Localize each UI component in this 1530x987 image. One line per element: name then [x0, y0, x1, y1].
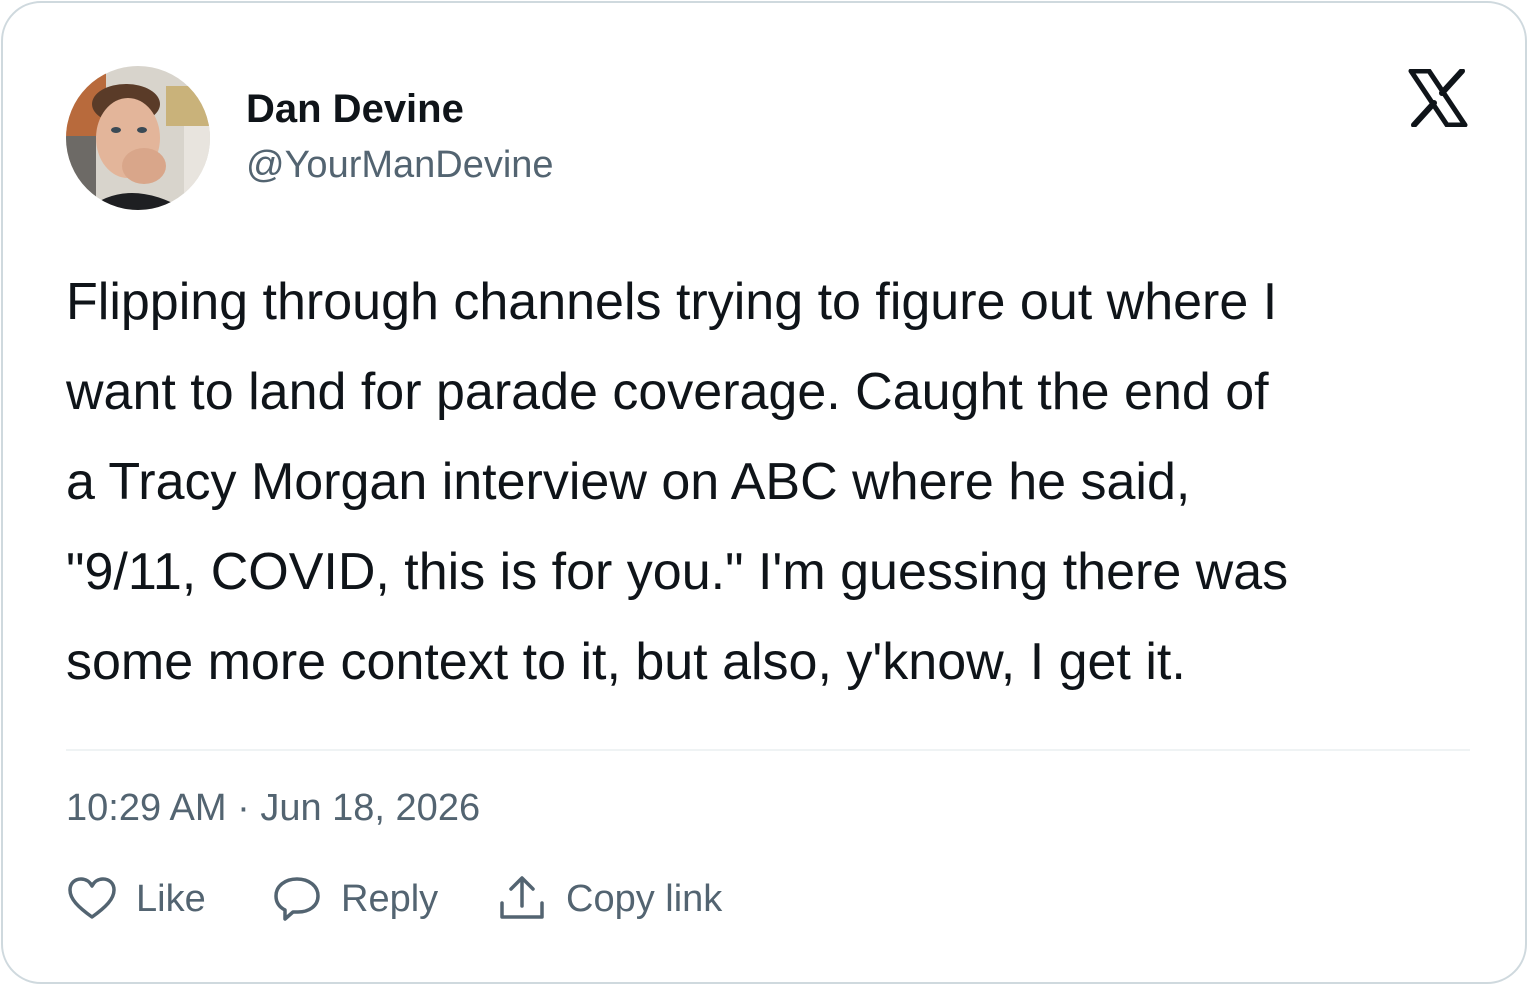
tweet-text: Flipping through channels trying to figu… [66, 257, 1486, 707]
tweet-time: 10:29 AM [66, 787, 227, 829]
tweet-line: Flipping through channels trying to figu… [66, 273, 1278, 331]
like-button[interactable]: Like [66, 871, 206, 927]
tweet-line: "9/11, COVID, this is for you." I'm gues… [66, 543, 1289, 601]
author-handle[interactable]: @YourManDevine [246, 144, 554, 187]
reply-label: Reply [341, 877, 439, 920]
tweet-date: Jun 18, 2026 [260, 787, 481, 829]
author-name[interactable]: Dan Devine [246, 87, 464, 132]
profile-photo [66, 66, 210, 210]
tweet-timestamp[interactable]: 10:29 AM · Jun 18, 2026 [66, 787, 480, 830]
heart-icon [66, 873, 118, 925]
copy-link-button[interactable]: Copy link [496, 871, 722, 927]
tweet-card: Dan Devine @YourManDevine Flipping throu… [1, 1, 1527, 984]
meta-separator: · [237, 787, 250, 829]
x-logo-icon[interactable] [1408, 68, 1468, 128]
speech-bubble-icon [271, 873, 323, 925]
tweet-line: some more context to it, but also, y'kno… [66, 633, 1186, 691]
divider [66, 749, 1470, 751]
tweet-line: want to land for parade coverage. Caught… [66, 363, 1269, 421]
tweet-line: a Tracy Morgan interview on ABC where he… [66, 453, 1191, 511]
copy-link-label: Copy link [566, 877, 723, 920]
avatar[interactable] [66, 66, 210, 210]
like-label: Like [136, 877, 206, 920]
upload-icon [496, 873, 548, 925]
reply-button[interactable]: Reply [271, 871, 438, 927]
